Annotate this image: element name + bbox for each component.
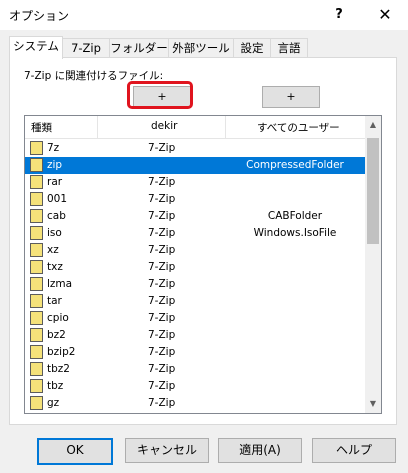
cell-current-user: 7-Zip	[148, 142, 176, 154]
cell-current-user: 7-Zip	[148, 329, 176, 341]
scroll-down-icon[interactable]: ▼	[365, 397, 381, 411]
cell-extension: bz2	[47, 329, 66, 341]
cell-extension: xz	[47, 244, 59, 256]
archive-file-icon	[30, 192, 43, 206]
title-bar: オプション ? ✕	[0, 0, 408, 30]
archive-file-icon	[30, 158, 43, 172]
highlight-box	[127, 81, 193, 109]
cell-current-user: 7-Zip	[148, 380, 176, 392]
tab-settings[interactable]: 設定	[233, 38, 271, 58]
archive-file-icon	[30, 379, 43, 393]
archive-file-icon	[30, 294, 43, 308]
archive-file-icon	[30, 209, 43, 223]
file-association-list[interactable]: 種類 dekir すべてのユーザー 7z 7-Zip zip CompressedFo…	[24, 115, 382, 414]
cell-current-user: 7-Zip	[148, 261, 176, 273]
list-item[interactable]: tbz 7-Zip	[25, 378, 365, 395]
tab-external-tools[interactable]: 外部ツール	[168, 38, 234, 58]
cell-current-user: 7-Zip	[148, 312, 176, 324]
ok-button[interactable]: OK	[37, 438, 113, 465]
archive-file-icon	[30, 260, 43, 274]
cell-extension: rar	[47, 176, 63, 188]
cell-extension: lzma	[47, 278, 73, 290]
cell-current-user: 7-Zip	[148, 227, 176, 239]
archive-file-icon	[30, 141, 43, 155]
cell-extension: bzip2	[47, 346, 76, 358]
archive-file-icon	[30, 311, 43, 325]
archive-file-icon	[30, 175, 43, 189]
archive-file-icon	[30, 328, 43, 342]
apply-button[interactable]: 適用(A)	[218, 438, 302, 463]
cell-extension: tar	[47, 295, 62, 307]
tab-language[interactable]: 言語	[270, 38, 308, 58]
cell-extension: tbz	[47, 380, 64, 392]
cell-current-user: 7-Zip	[148, 176, 176, 188]
list-item[interactable]: gz 7-Zip	[25, 395, 365, 412]
cell-current-user: 7-Zip	[148, 278, 176, 290]
list-item[interactable]: zip CompressedFolder	[25, 157, 365, 174]
cell-current-user: 7-Zip	[148, 397, 176, 409]
archive-file-icon	[30, 345, 43, 359]
list-item[interactable]: iso 7-Zip Windows.IsoFile	[25, 225, 365, 242]
list-item[interactable]: cab 7-Zip CABFolder	[25, 208, 365, 225]
list-item[interactable]: txz 7-Zip	[25, 259, 365, 276]
archive-file-icon	[30, 362, 43, 376]
column-header-type[interactable]: 種類	[31, 120, 52, 135]
list-item[interactable]: lzma 7-Zip	[25, 276, 365, 293]
list-item[interactable]: xz 7-Zip	[25, 242, 365, 259]
cell-current-user: 7-Zip	[148, 346, 176, 358]
help-button[interactable]: ヘルプ	[312, 438, 396, 463]
column-header-user[interactable]: dekir	[151, 120, 177, 132]
archive-file-icon	[30, 277, 43, 291]
cell-all-users: Windows.IsoFile	[253, 227, 337, 239]
list-item[interactable]: bz2 7-Zip	[25, 327, 365, 344]
column-header-all-users[interactable]: すべてのユーザー	[257, 120, 340, 135]
cell-current-user: 7-Zip	[148, 244, 176, 256]
list-item[interactable]: cpio 7-Zip	[25, 310, 365, 327]
tab-folders[interactable]: フォルダー	[109, 38, 169, 58]
cell-current-user: 7-Zip	[148, 363, 176, 375]
list-item[interactable]: 001 7-Zip	[25, 191, 365, 208]
associate-all-users-button[interactable]: +	[262, 86, 320, 108]
list-item[interactable]: 7z 7-Zip	[25, 140, 365, 157]
window-title: オプション	[9, 9, 70, 23]
cell-extension: 001	[47, 193, 68, 205]
scroll-up-icon[interactable]: ▲	[365, 118, 381, 132]
cell-extension: cpio	[47, 312, 69, 324]
cell-current-user: 7-Zip	[148, 295, 176, 307]
cell-extension: zip	[47, 159, 63, 171]
cell-current-user: 7-Zip	[148, 193, 176, 205]
list-header: 種類 dekir すべてのユーザー	[25, 116, 365, 139]
list-item[interactable]: tar 7-Zip	[25, 293, 365, 310]
list-item[interactable]: bzip2 7-Zip	[25, 344, 365, 361]
cell-extension: tbz2	[47, 363, 70, 375]
cell-all-users: CompressedFolder	[246, 159, 344, 171]
close-icon[interactable]: ✕	[362, 0, 408, 30]
list-item[interactable]: rar 7-Zip	[25, 174, 365, 191]
scroll-thumb[interactable]	[367, 138, 379, 244]
list-item[interactable]: tbz2 7-Zip	[25, 361, 365, 378]
cell-extension: txz	[47, 261, 63, 273]
cell-extension: 7z	[47, 142, 60, 154]
tab-7zip[interactable]: 7-Zip	[62, 38, 110, 58]
cancel-button[interactable]: キャンセル	[125, 438, 209, 463]
cell-extension: gz	[47, 397, 60, 409]
archive-file-icon	[30, 243, 43, 257]
tab-system[interactable]: システム	[9, 36, 63, 59]
archive-file-icon	[30, 396, 43, 410]
cell-extension: cab	[47, 210, 66, 222]
help-icon[interactable]: ?	[316, 0, 362, 30]
archive-file-icon	[30, 226, 43, 240]
cell-all-users: CABFolder	[267, 210, 323, 222]
vertical-scrollbar[interactable]: ▲ ▼	[365, 116, 381, 413]
cell-current-user: 7-Zip	[148, 210, 176, 222]
cell-extension: iso	[47, 227, 62, 239]
